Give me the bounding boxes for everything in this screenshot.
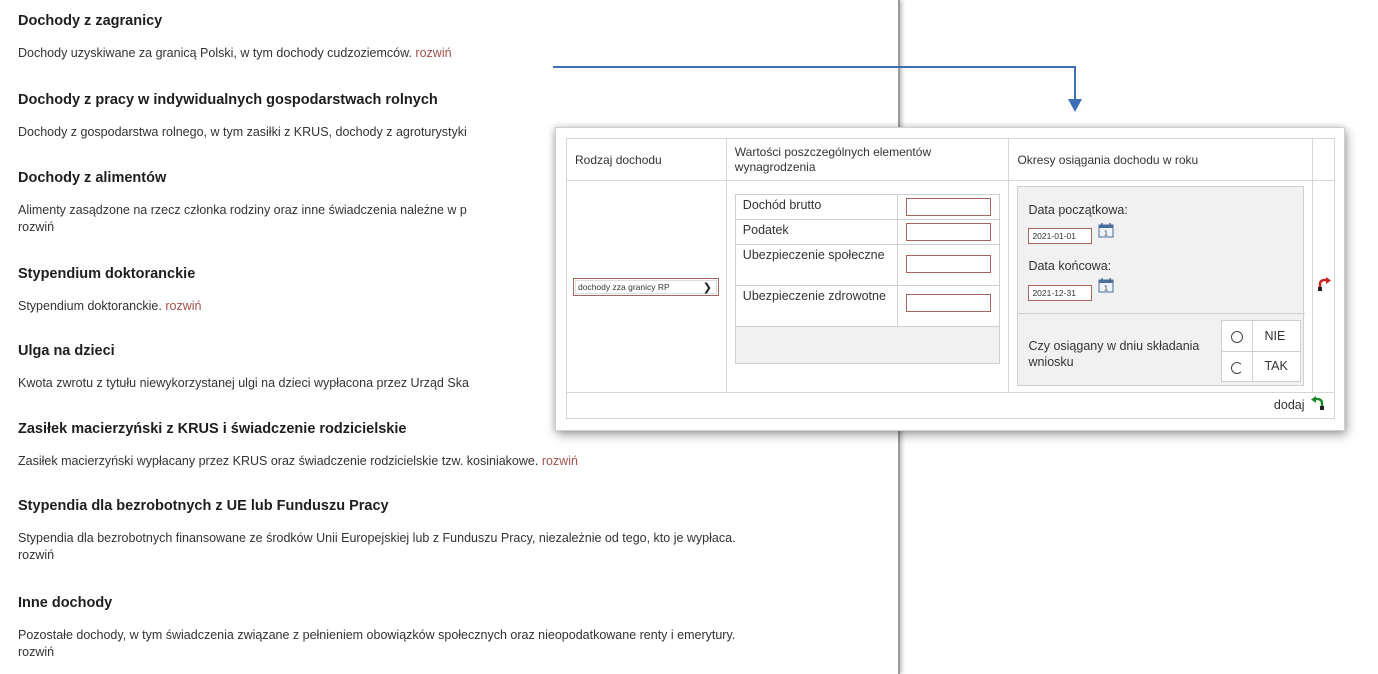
chevron-down-icon: ❯ <box>702 282 712 294</box>
add-row-cell: dodaj <box>566 392 1335 419</box>
income-type-select[interactable]: dochody zza granicy RP ❯ <box>573 278 719 296</box>
section-description: Stypendia dla bezrobotnych finansowane z… <box>18 531 736 545</box>
add-row-icon <box>1311 396 1324 410</box>
values-box: Dochód brutto Podatek Ubezpieczenie społ… <box>734 194 1000 364</box>
end-date-label: Data końcowa: <box>1028 259 1112 273</box>
section-title: Stypendia dla bezrobotnych z UE lub Fund… <box>18 498 389 514</box>
calendar-icon[interactable]: 1 <box>1098 223 1114 238</box>
section-title: Inne dochody <box>18 595 113 611</box>
periods-cell: Data początkowa: 2021-01-01 1 Data końco… <box>1008 180 1313 393</box>
value-row-gross: Dochód brutto <box>735 195 999 220</box>
add-row-button[interactable]: dodaj <box>1274 396 1326 412</box>
answer-no-label: NIE <box>1264 329 1286 343</box>
section-description: Pozostałe dochody, w tym świadczenia zwi… <box>18 628 736 642</box>
gross-income-input[interactable] <box>905 198 991 216</box>
value-label: Podatek <box>736 220 898 244</box>
actions-cell <box>1312 180 1335 393</box>
section-other-income: Inne dochody Pozostałe dochody, w tym św… <box>18 594 898 661</box>
expand-link[interactable]: rozwiń <box>415 46 451 60</box>
section-title: Dochody z pracy w indywidualnych gospoda… <box>18 92 438 108</box>
current-income-question-row: Czy osiągany w dniu składania wniosku NI… <box>1018 313 1306 387</box>
section-description: Zasiłek macierzyński wypłacany przez KRU… <box>18 454 578 468</box>
start-date-label: Data początkowa: <box>1028 203 1128 217</box>
value-row-health: Ubezpieczenie zdrowotne <box>735 286 999 327</box>
value-row-social: Ubezpieczenie społeczne <box>735 245 999 286</box>
remove-row-icon[interactable] <box>1316 277 1332 293</box>
header-income-type: Rodzaj dochodu <box>566 138 727 181</box>
social-insurance-input[interactable] <box>905 255 991 273</box>
radio-no[interactable] <box>1231 331 1244 343</box>
value-label: Ubezpieczenie społeczne <box>736 245 898 285</box>
section-unemployed-stipends: Stypendia dla bezrobotnych z UE lub Fund… <box>18 497 898 564</box>
value-label: Ubezpieczenie zdrowotne <box>736 286 898 326</box>
radio-yes[interactable] <box>1231 362 1244 374</box>
svg-text:1: 1 <box>1104 230 1108 238</box>
header-periods: Okresy osiągania dochodu w roku <box>1008 138 1313 181</box>
expand-link[interactable]: rozwiń <box>18 547 898 564</box>
income-table: Rodzaj dochodu Wartości poszczególnych e… <box>566 138 1335 419</box>
header-values: Wartości poszczególnych elementów wynagr… <box>725 138 1010 181</box>
start-date-input[interactable]: 2021-01-01 <box>1028 228 1093 244</box>
tax-input[interactable] <box>905 223 991 241</box>
calendar-icon[interactable]: 1 <box>1098 278 1114 293</box>
header-actions <box>1312 138 1335 181</box>
income-form-popup: Rodzaj dochodu Wartości poszczególnych e… <box>555 127 1345 431</box>
answer-options: NIE TAK <box>1221 320 1302 382</box>
answer-yes-label: TAK <box>1264 359 1288 373</box>
value-label: Dochód brutto <box>736 195 898 219</box>
current-income-question: Czy osiągany w dniu składania wniosku <box>1028 339 1200 369</box>
section-description: Dochody uzyskiwane za granicą Polski, w … <box>18 46 452 60</box>
dates-box: Data początkowa: 2021-01-01 1 Data końco… <box>1017 186 1306 387</box>
health-insurance-input[interactable] <box>905 294 991 312</box>
expand-link[interactable]: rozwiń <box>542 454 578 468</box>
value-row-tax: Podatek <box>735 220 999 245</box>
svg-text:1: 1 <box>1104 285 1108 293</box>
expand-link[interactable]: rozwiń <box>165 299 201 313</box>
section-foreign-income: Dochody z zagranicy Dochody uzyskiwane z… <box>18 12 898 62</box>
end-date-input[interactable]: 2021-12-31 <box>1028 285 1093 301</box>
expand-link[interactable]: rozwiń <box>18 644 898 661</box>
values-cell: Dochód brutto Podatek Ubezpieczenie społ… <box>725 180 1010 393</box>
section-title: Dochody z zagranicy <box>18 13 163 29</box>
income-type-cell: dochody zza granicy RP ❯ <box>566 180 727 393</box>
